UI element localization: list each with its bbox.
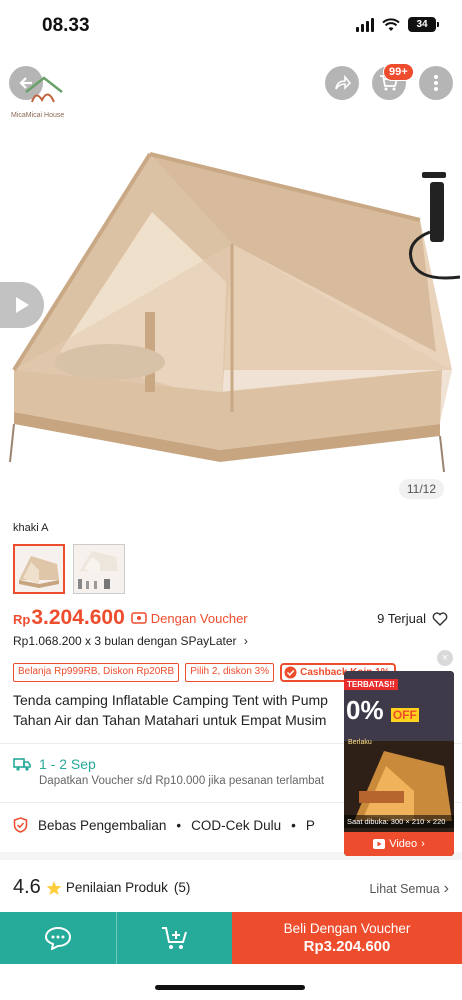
product-title-line2: Tahan Air dan Tahan Matahari untuk Empat… xyxy=(13,712,327,728)
shop-logo-icon xyxy=(25,76,63,103)
bottom-action-bar: Beli Dengan Voucher Rp3.204.600 xyxy=(0,912,462,964)
sold-text: 9 Terjual xyxy=(377,611,426,626)
chevron-right-icon: › xyxy=(421,838,425,850)
video-button[interactable]: Video › xyxy=(344,832,454,856)
installment-link[interactable]: Rp1.068.200 x 3 bulan dengan SPayLater › xyxy=(13,634,248,648)
chat-icon xyxy=(44,926,72,950)
video-popup-caption: Saat dibuka: 300 × 210 × 220 xyxy=(344,815,454,828)
status-icons: 34 xyxy=(356,17,439,32)
benefit-separator: • xyxy=(291,817,296,833)
price-row: Rp 3.204.600 Dengan Voucher xyxy=(13,606,248,630)
shipping-guarantee-text: Dapatkan Voucher s/d Rp10.000 jika pesan… xyxy=(39,775,325,787)
status-bar: 08.33 34 xyxy=(0,0,462,52)
home-indicator xyxy=(155,985,305,990)
more-options-button[interactable] xyxy=(419,66,453,100)
see-all-text: Lihat Semua xyxy=(369,882,440,896)
wifi-icon xyxy=(382,17,400,31)
tent-image xyxy=(9,152,461,473)
voucher-price-text: Dengan Voucher xyxy=(150,610,248,626)
add-to-cart-button[interactable] xyxy=(116,912,232,964)
add-cart-icon xyxy=(161,927,187,949)
tent-thumbnail-image xyxy=(78,551,118,589)
promo-tag-discount[interactable]: Belanja Rp999RB, Diskon Rp20RB xyxy=(13,663,180,682)
play-icon xyxy=(16,297,29,313)
star-icon xyxy=(46,880,62,895)
buy-with-voucher-button[interactable]: Beli Dengan Voucher Rp3.204.600 xyxy=(232,912,462,964)
benefit-more: P xyxy=(305,817,315,833)
rating-label: Penilaian Produk xyxy=(65,880,168,895)
price-currency: Rp xyxy=(13,612,31,627)
installment-text: Rp1.068.200 x 3 bulan dengan SPayLater xyxy=(13,634,237,648)
tent-thumbnail-image xyxy=(19,556,59,588)
promo-tag-bundle[interactable]: Pilih 2, diskon 3% xyxy=(185,663,275,682)
sold-count: 9 Terjual xyxy=(377,611,448,626)
benefits-row[interactable]: Bebas Pengembalian • COD-Cek Dulu • P xyxy=(13,817,315,833)
buy-button-price: Rp3.204.600 xyxy=(303,938,391,955)
benefit-cod: COD-Cek Dulu xyxy=(191,817,282,833)
video-popup-discount: 0% OFF xyxy=(346,695,419,726)
chat-button[interactable] xyxy=(0,912,116,964)
image-counter: 11/12 xyxy=(398,479,444,499)
video-popup[interactable]: TERBATAS!! 0% OFF Berlaku Saat dibuka: 3… xyxy=(344,671,454,856)
check-circle-icon xyxy=(284,666,297,679)
product-title-line1: Tenda camping Inflatable Camping Tent wi… xyxy=(13,692,328,708)
rating-value: 4.6 xyxy=(13,876,41,898)
video-popup-off-label: OFF xyxy=(390,708,419,722)
battery-icon: 34 xyxy=(408,17,439,32)
video-popup-close-button[interactable]: × xyxy=(437,650,453,666)
share-button[interactable] xyxy=(325,66,359,100)
voucher-icon xyxy=(131,612,147,624)
voucher-price-label: Dengan Voucher xyxy=(131,611,248,626)
shipping-days: 1 - 2 Sep xyxy=(39,756,96,772)
product-image-gallery[interactable]: MicaMicai House 99+ 11/12 xyxy=(0,52,462,512)
video-popup-badge: TERBATAS!! xyxy=(344,679,398,690)
benefit-free-return: Bebas Pengembalian xyxy=(38,817,167,833)
play-video-button[interactable] xyxy=(0,282,44,328)
status-time: 08.33 xyxy=(42,15,90,36)
product-title: Tenda camping Inflatable Camping Tent wi… xyxy=(13,690,348,730)
signal-icon xyxy=(356,17,374,32)
rating-count: (5) xyxy=(173,880,191,895)
promo-tags: Belanja Rp999RB, Diskon Rp20RB Pilih 2, … xyxy=(13,663,396,682)
variant-thumbnail-khaki[interactable] xyxy=(13,544,65,594)
cart-count-badge: 99+ xyxy=(383,63,414,81)
more-vertical-icon xyxy=(434,75,438,91)
price-value: 3.204.600 xyxy=(31,606,125,629)
see-all-link[interactable]: Lihat Semua › xyxy=(369,880,449,898)
rating-row[interactable]: 4.6 Penilaian Produk (5) Lihat Semua › xyxy=(13,876,449,899)
truck-icon xyxy=(13,758,31,771)
shop-logo-text: MicaMicai House xyxy=(11,112,65,119)
buy-button-label: Beli Dengan Voucher xyxy=(283,921,411,936)
video-popup-discount-number: 0% xyxy=(346,695,384,725)
video-button-label: Video xyxy=(389,838,418,850)
benefit-separator: • xyxy=(176,817,182,833)
video-popup-small-text: Berlaku xyxy=(348,739,372,746)
variant-thumbnail-white[interactable] xyxy=(73,544,125,594)
shield-icon xyxy=(13,817,28,833)
variant-label: khaki A xyxy=(13,522,49,534)
chevron-right-icon: › xyxy=(243,634,248,648)
chevron-right-icon: › xyxy=(443,880,449,897)
heart-icon[interactable] xyxy=(432,611,448,626)
shipping-row[interactable]: 1 - 2 Sep xyxy=(13,756,96,772)
video-play-icon xyxy=(373,839,386,849)
share-icon xyxy=(335,74,351,90)
